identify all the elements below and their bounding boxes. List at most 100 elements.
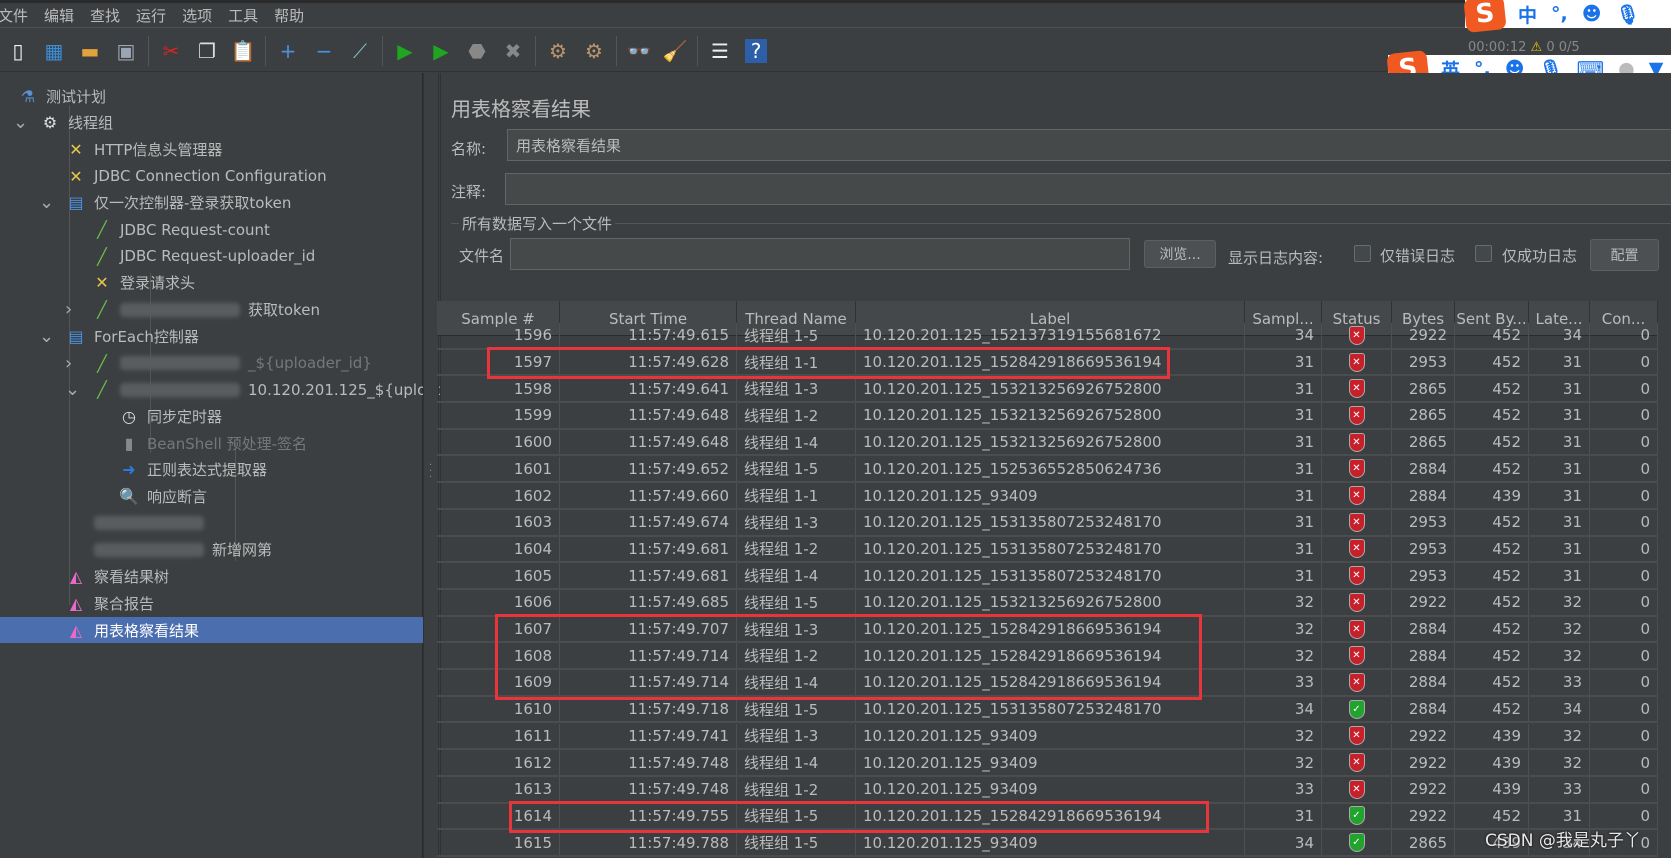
timer-icon: ◷: [122, 406, 136, 426]
pipette-icon: ╱: [97, 220, 107, 239]
collapse-arrow-icon[interactable]: ›: [65, 353, 72, 374]
tree-node[interactable]: ✕ JDBC Connection Configuration: [64, 163, 326, 189]
new-button[interactable]: ▯: [3, 36, 33, 66]
punct-icon[interactable]: °,: [1551, 3, 1568, 25]
tree-node[interactable]: ◭ 察看结果树: [64, 564, 169, 590]
table-row[interactable]: 1603 11:57:49.674 线程组 1-3 10.120.201.125_15…: [437, 509, 1658, 537]
collapse-arrow-icon[interactable]: ›: [65, 299, 72, 320]
tree-node[interactable]: ⌄ ▤ 仅一次控制器-登录获取token: [39, 190, 291, 216]
table-row[interactable]: 1607 11:57:49.707 线程组 1-3 10.120.201.125_15…: [437, 616, 1658, 644]
expand-arrow-icon[interactable]: ⌄: [65, 379, 80, 400]
table-row[interactable]: 1604 11:57:49.681 线程组 1-2 10.120.201.125_15…: [437, 536, 1658, 564]
comment-field[interactable]: [505, 173, 1671, 205]
table-row[interactable]: 1597 11:57:49.628 线程组 1-1 10.120.201.125_15…: [437, 349, 1658, 377]
tree-node[interactable]: › ╱ 获取token: [65, 297, 320, 323]
menu-item-1[interactable]: 编辑: [37, 5, 83, 26]
menu-item-5[interactable]: 工具: [221, 5, 267, 26]
table-row[interactable]: 1611 11:57:49.741 线程组 1-3 10.120.201.125_93…: [437, 723, 1658, 751]
table-row[interactable]: 1609 11:57:49.714 线程组 1-4 10.120.201.125_15…: [437, 670, 1658, 697]
cell-value: 线程组 1-3: [744, 513, 819, 532]
cell-value: 31: [1294, 459, 1314, 478]
filename-field[interactable]: [510, 238, 1130, 270]
mic-icon[interactable]: 🎙: [1616, 3, 1640, 26]
table-row[interactable]: 1613 11:57:49.748 线程组 1-2 10.120.201.125_93…: [437, 776, 1658, 804]
stop-button[interactable]: ⬣: [462, 36, 492, 66]
start-no-pause-button[interactable]: ▶: [426, 36, 456, 66]
expand-arrow-icon[interactable]: ⌄: [13, 112, 28, 133]
menu-item-4[interactable]: 选项: [175, 5, 221, 26]
cell-value: 1601: [513, 459, 552, 478]
table-row[interactable]: 1596 11:57:49.615 线程组 1-5 10.120.201.125_15…: [437, 323, 1658, 350]
table-row[interactable]: 1615 11:57:49.788 线程组 1-5 10.120.201.125_93…: [437, 830, 1658, 857]
table-row[interactable]: 1614 11:57:49.755 线程组 1-5 10.120.201.125_15…: [437, 803, 1658, 831]
tree-node[interactable]: ╱ JDBC Request-uploader_id: [90, 243, 315, 269]
tree-node[interactable]: ⚗ 测试计划: [16, 83, 106, 109]
configure-button[interactable]: 配置: [1590, 239, 1659, 271]
tree-node[interactable]: ✕ HTTP信息头管理器: [64, 136, 222, 162]
tree-node[interactable]: ⌄ ⚙ 线程组: [13, 110, 114, 136]
copy-button[interactable]: ❐: [192, 36, 222, 66]
search-button[interactable]: 👓: [624, 36, 654, 66]
run-status: 00:00:12 ⚠ 0 0/5: [1468, 40, 1580, 55]
table-cell: 33: [1245, 670, 1322, 695]
table-cell: 11:57:49.714: [560, 643, 737, 669]
tree-node[interactable]: ╱ JDBC Request-count: [90, 217, 270, 243]
tree-node-label: 线程组: [68, 114, 114, 133]
toggle-button[interactable]: ⟋: [345, 36, 375, 66]
expand-arrow-icon[interactable]: ⌄: [39, 192, 54, 213]
shutdown-button[interactable]: ✖: [498, 36, 528, 66]
table-row[interactable]: 1605 11:57:49.681 线程组 1-4 10.120.201.125_15…: [437, 563, 1658, 590]
expand-button[interactable]: +: [273, 36, 303, 66]
menu-item-6[interactable]: 帮助: [267, 5, 313, 26]
tree-node[interactable]: ➜ 正则表达式提取器: [117, 457, 267, 483]
tree-node[interactable]: 🔍 响应断言: [117, 484, 207, 510]
tree-node[interactable]: › ╱ _${uploader_id}: [65, 350, 372, 376]
table-row[interactable]: 1610 11:57:49.718 线程组 1-5 10.120.201.125_15…: [437, 696, 1658, 724]
start-button[interactable]: ▶: [390, 36, 420, 66]
success-only-checkbox[interactable]: [1475, 245, 1492, 262]
function-helper-button[interactable]: ☰: [705, 36, 735, 66]
table-row[interactable]: 1602 11:57:49.660 线程组 1-1 10.120.201.125_93…: [437, 483, 1658, 510]
table-row[interactable]: 1608 11:57:49.714 线程组 1-2 10.120.201.125_15…: [437, 643, 1658, 671]
table-row[interactable]: 1606 11:57:49.685 线程组 1-5 10.120.201.125_15…: [437, 590, 1658, 617]
table-cell: 32: [1529, 723, 1590, 749]
cell-value: 11:57:49.628: [628, 353, 729, 372]
tree-node[interactable]: ◷ 同步定时器: [117, 403, 222, 429]
tree-node[interactable]: ▮ BeanShell 预处理-签名: [117, 430, 307, 456]
name-field[interactable]: 用表格察看结果: [507, 129, 1671, 161]
menu-item-2[interactable]: 查找: [83, 5, 129, 26]
cell-value: 11:57:49.741: [628, 726, 729, 745]
cut-button[interactable]: ✂: [156, 36, 186, 66]
errors-only-checkbox[interactable]: [1354, 245, 1371, 262]
browse-button[interactable]: 浏览...: [1144, 240, 1216, 268]
expand-arrow-icon[interactable]: ⌄: [39, 326, 54, 347]
save-button[interactable]: ▣: [111, 36, 141, 66]
tree-node[interactable]: ✕ 登录请求头: [90, 270, 195, 296]
table-cell: 线程组 1-4: [737, 670, 856, 695]
tree-node[interactable]: [64, 510, 212, 536]
menu-item-0[interactable]: 文件: [0, 5, 37, 26]
ime-mode[interactable]: 中: [1518, 1, 1537, 28]
table-row[interactable]: 1612 11:57:49.748 线程组 1-4 10.120.201.125_93…: [437, 750, 1658, 777]
ime-toolbar-1[interactable]: S 中 °, ☻ 🎙: [1463, 0, 1671, 33]
templates-button[interactable]: ▦: [39, 36, 69, 66]
collapse-button[interactable]: −: [309, 36, 339, 66]
table-row[interactable]: 1600 11:57:49.648 线程组 1-4 10.120.201.125_15…: [437, 429, 1658, 457]
table-row[interactable]: 1601 11:57:49.652 线程组 1-5 10.120.201.125_15…: [437, 456, 1658, 484]
cell-value: 1597: [513, 353, 552, 372]
open-button[interactable]: ▬: [75, 36, 105, 66]
table-row[interactable]: 1598 11:57:49.641 线程组 1-3 10.120.201.125_15…: [437, 376, 1658, 404]
paste-button[interactable]: 📋: [228, 36, 258, 66]
help-button[interactable]: ?: [741, 36, 771, 66]
cell-value: 1608: [513, 646, 552, 665]
clear-button[interactable]: ⚙: [543, 36, 573, 66]
clear-all-button[interactable]: ⚙: [579, 36, 609, 66]
tree-node[interactable]: 新增网第: [64, 537, 272, 563]
emoji-icon[interactable]: ☻: [1582, 3, 1602, 25]
table-row[interactable]: 1599 11:57:49.648 线程组 1-2 10.120.201.125_15…: [437, 403, 1658, 430]
tree-node[interactable]: ⌄ ▤ ForEach控制器: [39, 323, 199, 349]
tree-node[interactable]: ◭ 用表格察看结果: [0, 617, 423, 643]
tree-node[interactable]: ◭ 聚合报告: [64, 590, 154, 616]
menu-item-3[interactable]: 运行: [129, 5, 175, 26]
reset-search-button[interactable]: 🧹: [660, 36, 690, 66]
